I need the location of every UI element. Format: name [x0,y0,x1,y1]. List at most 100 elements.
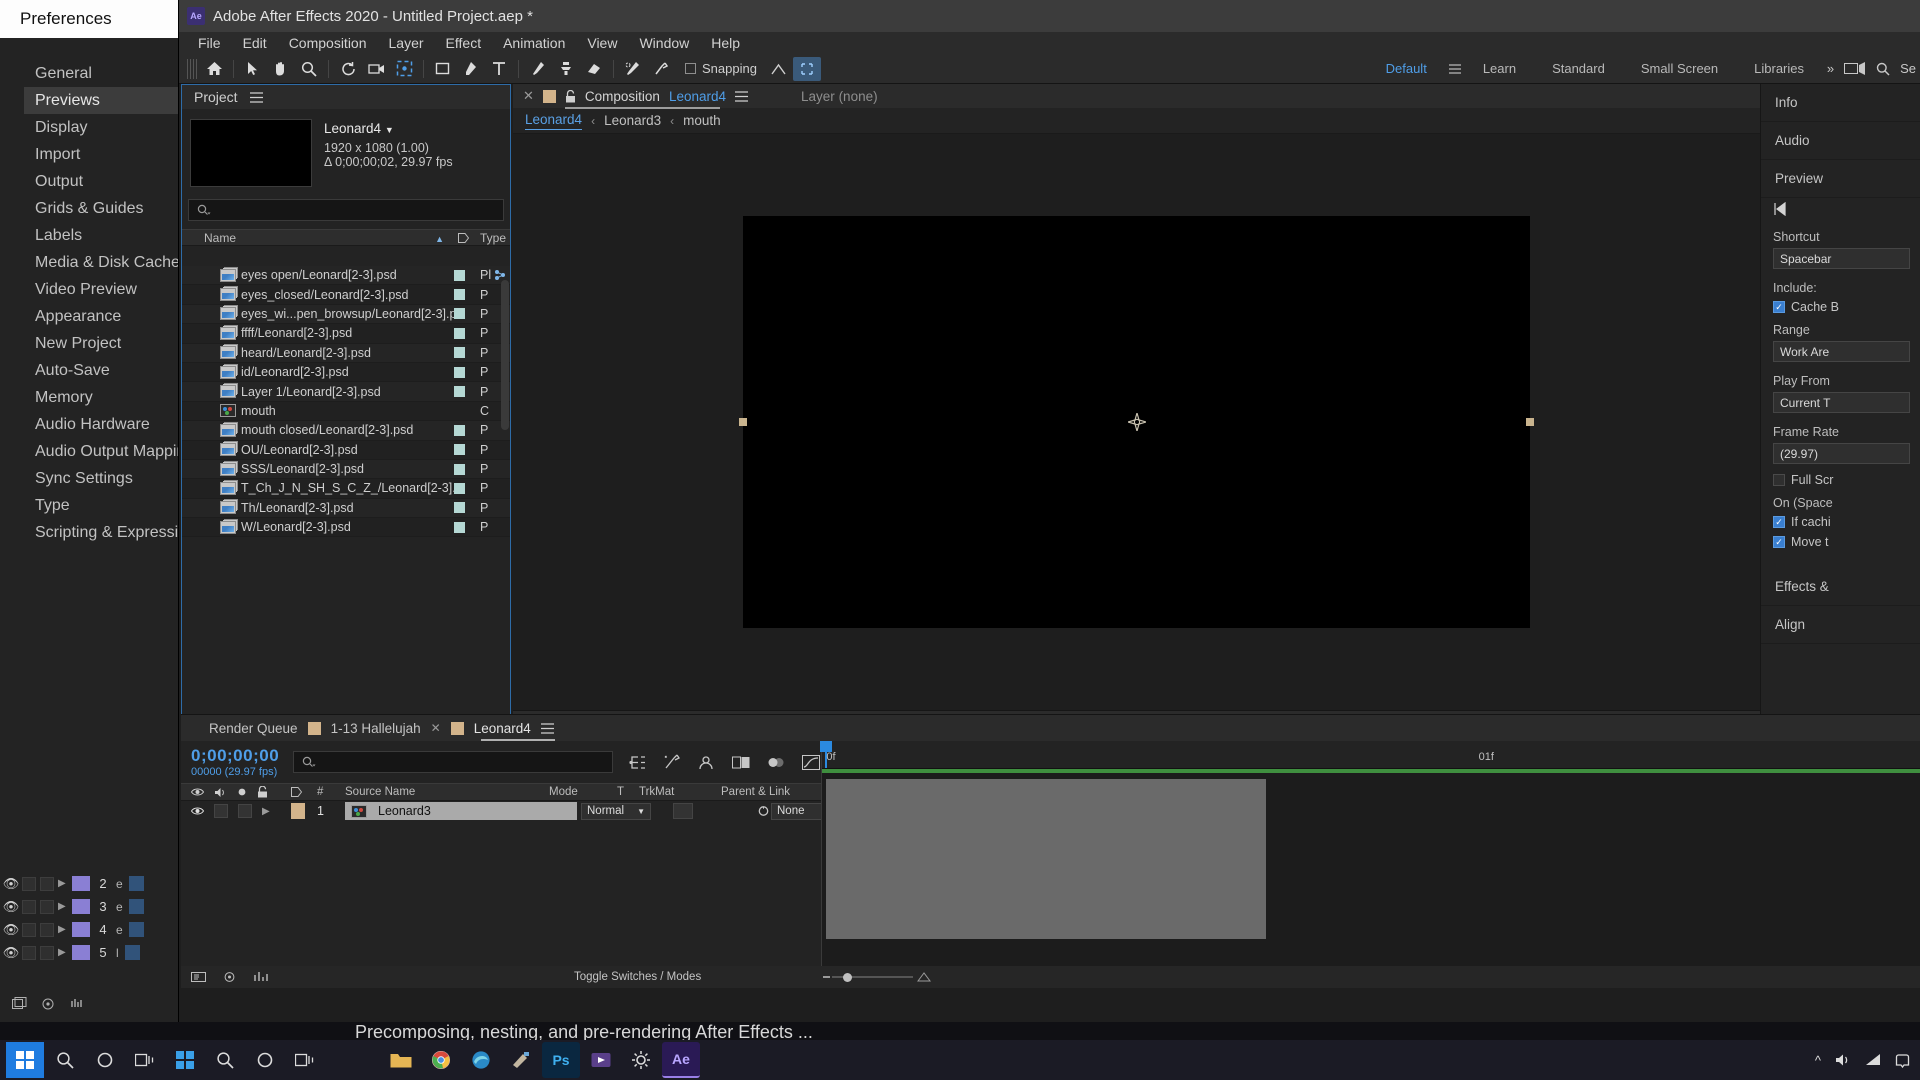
lock-icon[interactable] [565,90,576,103]
chevron-right-icon[interactable]: ▶ [58,878,72,889]
layer-color-swatch[interactable] [72,899,90,914]
puppet-pin-tool-icon[interactable] [647,57,675,81]
zoom-in-icon[interactable] [917,972,931,982]
project-list-item[interactable]: heard/Leonard[2-3].psdP [182,344,510,363]
timeline-footer-icon-1[interactable] [191,971,206,983]
project-item-label[interactable] [454,386,480,397]
workspace-tab-small-screen[interactable]: Small Screen [1623,61,1736,76]
project-list-item[interactable]: T_Ch_J_N_SH_S_C_Z_/Leonard[2-3].psdP [182,479,510,498]
roto-brush-tool-icon[interactable] [619,57,647,81]
project-list-item[interactable]: eyes open/Leonard[2-3].psdPl [182,266,510,285]
checkbox-checked-icon-3[interactable]: ✓ [1773,536,1785,548]
footer-icon-3[interactable] [70,997,85,1011]
snapping-toggle[interactable]: Snapping [685,61,757,76]
project-item-label[interactable] [454,522,480,533]
hamburger-icon[interactable] [250,92,263,103]
solo-toggle[interactable] [238,804,252,818]
mini-layer-row[interactable]: 👁▶5l [0,941,205,964]
audio-toggle[interactable] [214,804,228,818]
shortcut-value[interactable]: Spacebar [1773,248,1910,269]
screenshot-icon[interactable] [1844,61,1866,76]
search2-icon[interactable] [206,1042,244,1078]
checkbox-checked-icon[interactable]: ✓ [1773,301,1785,313]
workspace-tab-default[interactable]: Default [1368,61,1445,76]
timeline-zoom-slider[interactable] [821,968,931,986]
layer-duration-bar[interactable] [826,779,1266,939]
menu-composition[interactable]: Composition [278,32,378,54]
tab-preview[interactable]: Preview [1761,160,1920,198]
layer-mode-select[interactable]: Normal▼ [581,803,651,820]
cache-before-playback-checkbox[interactable]: ✓ Cache B [1761,297,1920,317]
workspace-overflow-button[interactable]: » [1827,61,1834,76]
project-item-list[interactable]: eyes open/Leonard[2-3].psdPleyes_closed/… [182,266,510,717]
eye-icon[interactable]: 👁 [0,876,22,892]
timeline-graph-area[interactable]: 0f01f [821,741,1920,988]
brush-tool-icon[interactable] [524,57,552,81]
project-item-label[interactable] [454,270,480,281]
breadcrumb-item-mouth[interactable]: mouth [683,113,721,128]
timeline-current-time[interactable]: 0;00;00;00 00000 (29.97 fps) [191,746,279,778]
anchor-point-tool-icon[interactable] [390,57,418,81]
selection-tool-icon[interactable] [239,57,267,81]
tray-expand-icon[interactable]: ^ [1815,1053,1821,1068]
lock-icon-header[interactable] [257,786,268,798]
draft-3d-icon[interactable] [663,754,680,770]
zoom-out-icon[interactable] [821,972,832,982]
chevron-down-icon[interactable]: ▼ [385,125,394,135]
project-list-item[interactable]: eyes_wi...pen_browsup/Leonard[2-3].psdP [182,305,510,324]
search-icon[interactable] [46,1042,84,1078]
cortana-icon[interactable] [86,1042,124,1078]
workspace-tab-libraries[interactable]: Libraries [1736,61,1822,76]
windows-icon[interactable] [166,1042,204,1078]
mini-switch-box-2[interactable] [40,900,54,914]
zoom-slider-knob[interactable] [843,973,852,982]
mini-layer-row[interactable]: 👁▶4e [0,918,205,941]
layer-source-name-cell[interactable]: Leonard3 [345,802,577,820]
checkbox-checked-icon-2[interactable]: ✓ [1773,516,1785,528]
project-list-item[interactable]: mouth closed/Leonard[2-3].psdP [182,421,510,440]
column-header-tag[interactable] [454,233,480,243]
timeline-tab-render-queue[interactable]: Render Queue [209,721,298,736]
chevron-down-icon[interactable]: ▼ [637,807,645,816]
composition-mini-flowchart-icon[interactable] [629,755,646,770]
breadcrumb-item-leonard3[interactable]: Leonard3 [604,113,661,128]
canvas-handle-right[interactable] [1526,418,1534,426]
menu-animation[interactable]: Animation [492,32,576,54]
menu-window[interactable]: Window [628,32,700,54]
taskview-icon[interactable] [126,1042,164,1078]
timeline-footer-icon-2[interactable] [222,971,237,983]
footer-icon-2[interactable] [41,997,56,1011]
close-icon[interactable]: ✕ [431,721,441,735]
timeline-footer-icon-3[interactable] [253,971,268,983]
composition-tab-name[interactable]: Leonard4 [669,89,726,104]
project-list-item[interactable]: mouthC [182,402,510,421]
trkmat-column-header[interactable]: TrkMat [639,786,721,798]
mini-switch-box-2[interactable] [40,923,54,937]
workspace-menu-icon[interactable] [1445,64,1465,74]
timeline-search-input[interactable] [293,751,613,773]
project-item-label[interactable] [454,425,480,436]
hide-shy-layers-icon[interactable] [697,755,715,770]
tab-info[interactable]: Info [1761,84,1920,122]
mini-switch-box[interactable] [22,900,36,914]
folder-icon[interactable] [382,1042,420,1078]
eraser-tool-icon[interactable] [580,57,608,81]
paint-icon[interactable] [502,1042,540,1078]
toolbar-grip[interactable] [187,59,197,79]
menu-file[interactable]: File [187,32,232,54]
media-icon[interactable] [582,1042,620,1078]
start-icon[interactable] [6,1042,44,1078]
project-item-label[interactable] [454,347,480,358]
mini-switch-box-2[interactable] [40,946,54,960]
project-list-item[interactable]: Layer 1/Leonard[2-3].psdP [182,382,510,401]
tray-volume-icon[interactable] [1835,1053,1851,1067]
project-list-item[interactable]: id/Leonard[2-3].psdP [182,363,510,382]
mini-layer-row[interactable]: 👁▶3e [0,895,205,918]
rotation-tool-icon[interactable] [334,57,362,81]
eye-icon[interactable]: 👁 [0,899,22,915]
taskview2-icon[interactable] [286,1042,324,1078]
tray-network-icon[interactable] [1865,1053,1881,1067]
menu-edit[interactable]: Edit [232,32,278,54]
checkbox-unchecked-icon[interactable] [1773,474,1785,486]
enable-motion-blur-icon[interactable] [767,755,785,770]
